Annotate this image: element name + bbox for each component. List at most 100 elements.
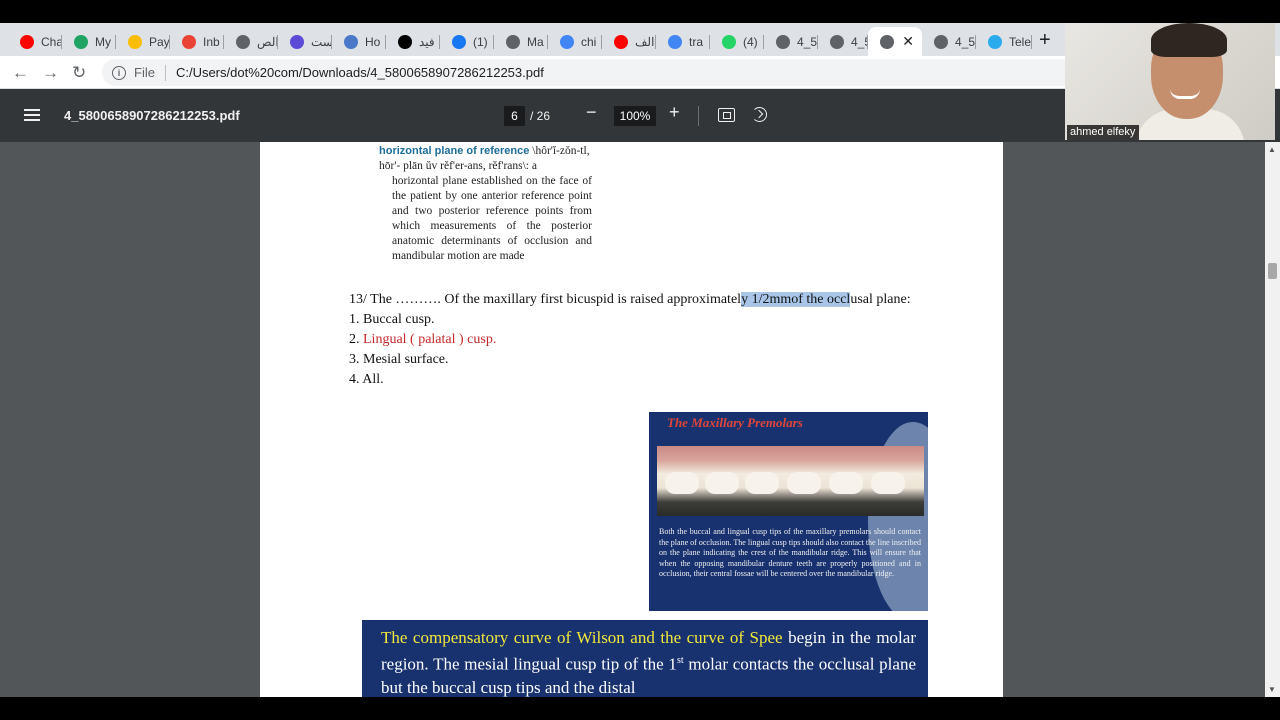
google-drive-icon xyxy=(74,34,88,49)
question-stem-start: 13/ The ………. Of the maxillary first bicu… xyxy=(349,292,742,307)
browser-tab[interactable]: (4) xyxy=(710,27,764,56)
screen-frame: Cha My Pay Inb الص است Ho فيد (1) Ma chi الف tra (4) 4… xyxy=(0,0,1280,720)
address-url[interactable]: C:/Users/dot%20com/Downloads/4_580065890… xyxy=(176,65,544,80)
tab-label: است xyxy=(311,34,332,49)
browser-tab[interactable]: Ho xyxy=(332,27,386,56)
browser-tab[interactable]: (1) xyxy=(440,27,494,56)
tab-label: الف xyxy=(635,34,655,49)
tooth-shape xyxy=(665,472,699,494)
browser-tab[interactable]: است xyxy=(278,27,332,56)
tab-label: (4) xyxy=(743,34,758,49)
tab-label: chi xyxy=(581,34,597,49)
question-stem-end: usal plane: xyxy=(850,292,911,307)
option-text: Lingual ( palatal ) cusp. xyxy=(363,332,497,347)
forward-arrow-icon[interactable]: → xyxy=(42,63,59,83)
tab-label: 4_5 xyxy=(797,34,818,49)
scrollbar-thumb[interactable] xyxy=(1268,263,1277,279)
browser-tab[interactable]: Ma xyxy=(494,27,548,56)
person-hair xyxy=(1151,23,1227,57)
reload-icon[interactable]: ↻ xyxy=(72,63,86,83)
curves-slide-highlight: The compensatory curve of Wilson and the… xyxy=(381,628,783,647)
tooth-shape xyxy=(787,472,821,494)
question-13: 13/ The ………. Of the maxillary first bicu… xyxy=(349,290,919,390)
tab-label: Ma xyxy=(527,34,544,49)
page-number-input[interactable]: 6 xyxy=(504,106,525,126)
vertical-scrollbar[interactable]: ▲ ▼ xyxy=(1265,142,1280,697)
browser-tab[interactable]: 4_5 xyxy=(764,27,818,56)
tooth-shape xyxy=(745,472,779,494)
menu-icon[interactable] xyxy=(24,109,40,121)
browser-tab[interactable]: فيد xyxy=(386,27,440,56)
option-number: 2. xyxy=(349,332,360,347)
google-icon xyxy=(560,34,574,49)
tab-separator xyxy=(1031,35,1032,49)
webcam-name-label: ahmed elfeky xyxy=(1067,125,1140,140)
browser-tab[interactable]: 4_5 xyxy=(818,27,868,56)
option-list: 1. Buccal cusp. 2. Lingual ( palatal ) cu… xyxy=(349,310,919,390)
browser-tab[interactable]: الف xyxy=(602,27,656,56)
star-chat-icon xyxy=(290,34,304,49)
browser-tab[interactable]: Cha xyxy=(8,27,62,56)
google-icon xyxy=(668,34,682,49)
option-number: 3. xyxy=(349,352,360,367)
browser-tab[interactable]: tra xyxy=(656,27,710,56)
browser-tab[interactable]: Pay xyxy=(116,27,170,56)
zoom-level-input[interactable]: 100% xyxy=(614,106,656,126)
info-icon[interactable]: i xyxy=(112,65,126,80)
webcam-overlay: ahmed elfeky xyxy=(1065,23,1275,140)
answer-option: 1. Buccal cusp. xyxy=(349,310,919,330)
globe-icon xyxy=(934,34,948,49)
zoom-out-icon[interactable]: − xyxy=(586,102,597,123)
answer-option: 4. All. xyxy=(349,370,919,390)
browser-tab[interactable]: 4_5 xyxy=(922,27,976,56)
curves-slide-sup: st xyxy=(676,655,684,666)
zoom-in-icon[interactable]: + xyxy=(669,102,680,123)
tab-label: Cha xyxy=(41,34,62,49)
google-pay-icon xyxy=(128,34,142,49)
browser-tab[interactable]: chi xyxy=(548,27,602,56)
gmail-icon xyxy=(182,34,196,49)
browser-tab[interactable]: الص xyxy=(224,27,278,56)
fit-page-icon[interactable] xyxy=(718,108,735,122)
scheme-label: File xyxy=(134,65,155,80)
calendar-icon xyxy=(344,34,358,49)
scroll-down-icon[interactable]: ▼ xyxy=(1268,685,1276,694)
tab-label: الص xyxy=(257,34,278,49)
premolars-slide: The Maxillary Premolars Both the buccal … xyxy=(649,412,928,611)
browser-tab[interactable]: Inb xyxy=(170,27,224,56)
new-tab-button[interactable]: + xyxy=(1039,29,1051,52)
tab-label: 4_5 xyxy=(955,34,976,49)
globe-icon xyxy=(506,34,520,49)
dictionary-entry: horizontal plane of reference \hôr'ĭ-zŏn… xyxy=(379,144,592,270)
tab-label: فيد xyxy=(419,34,435,49)
toolbar-divider xyxy=(698,106,699,126)
back-arrow-icon[interactable]: ← xyxy=(12,63,29,83)
browser-tab[interactable]: My xyxy=(62,27,116,56)
globe-icon xyxy=(830,34,844,49)
tab-label: Pay xyxy=(149,34,170,49)
tooth-shape xyxy=(705,472,739,494)
close-tab-icon[interactable]: ✕ xyxy=(902,33,914,50)
tab-label: tra xyxy=(689,34,704,49)
selected-text[interactable]: y 1/2mmof the occl xyxy=(741,292,851,307)
option-number: 1. xyxy=(349,312,360,327)
answer-option: 2. Lingual ( palatal ) cusp. xyxy=(349,330,919,350)
slide-title: The Maxillary Premolars xyxy=(667,415,803,430)
answer-option: 3. Mesial surface. xyxy=(349,350,919,370)
pdf-title: 4_5800658907286212253.pdf xyxy=(64,108,240,123)
tab-label: My xyxy=(95,34,111,49)
telegram-icon xyxy=(988,34,1002,49)
tooth-shape xyxy=(829,472,863,494)
rotate-icon[interactable] xyxy=(752,107,767,122)
option-number: 4. xyxy=(349,372,360,387)
browser-tab[interactable]: Tele xyxy=(976,27,1032,56)
globe-icon xyxy=(236,34,250,49)
omnibox-divider xyxy=(164,64,166,81)
browser-tab[interactable]: ✕ xyxy=(868,27,922,56)
y-logo-icon xyxy=(398,34,412,49)
tab-label: Inb xyxy=(203,34,220,49)
page-total: / 26 xyxy=(530,109,551,123)
option-text: Buccal cusp. xyxy=(363,312,435,327)
scroll-up-icon[interactable]: ▲ xyxy=(1268,145,1276,154)
globe-icon xyxy=(776,34,790,49)
